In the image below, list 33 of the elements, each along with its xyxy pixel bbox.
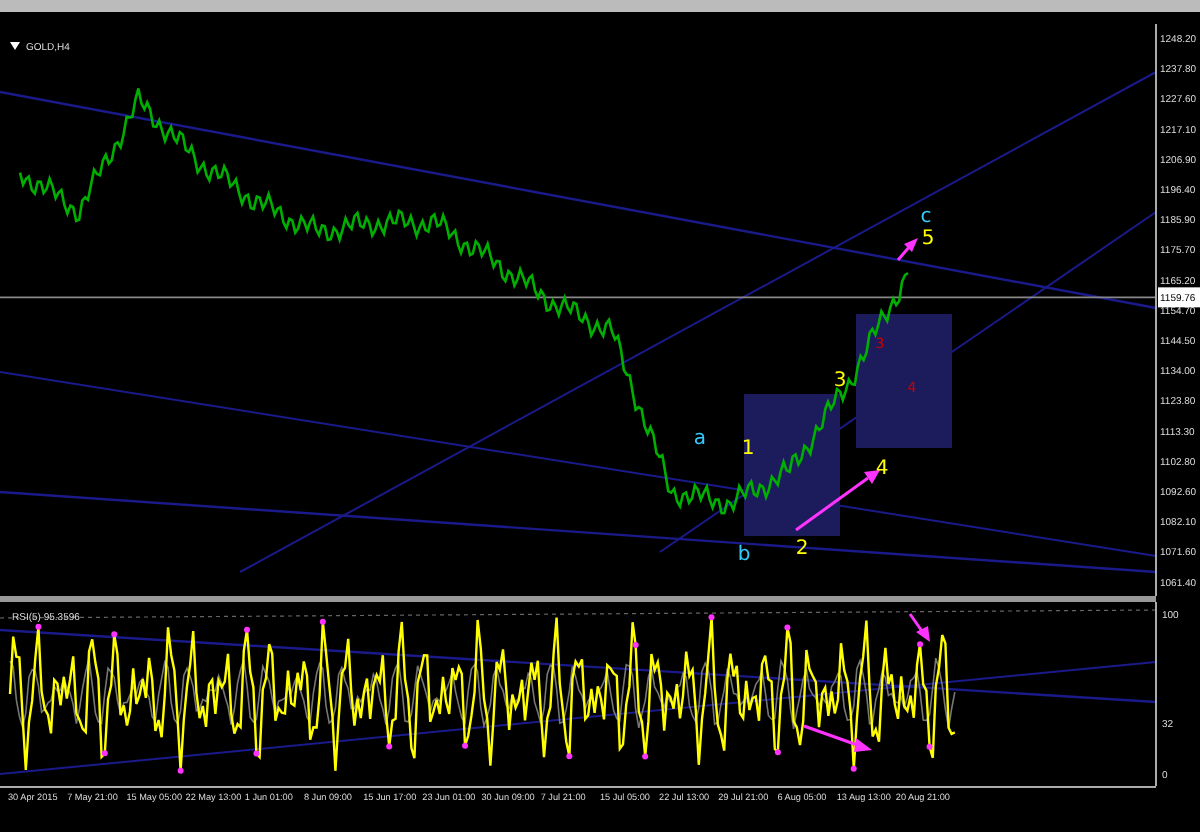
rsi-point [917,641,924,648]
wave-label: b [737,544,751,566]
wave-label: 5 [921,228,935,250]
rsi-point [253,750,260,757]
arrow [803,724,872,752]
rsi-point [101,750,108,757]
wave-label: 3 [833,370,847,392]
wave-label: a [693,428,707,450]
wave-label: 2 [795,538,809,560]
wave-label: 4 [875,458,889,480]
arrow [908,613,930,642]
wave-label: 1 [741,438,755,460]
rsi-point [708,614,715,621]
rsi-point [35,623,42,630]
arrow [795,470,880,532]
rsi-point [319,618,326,625]
rsi-point [386,743,393,750]
rsi-point [632,642,639,648]
wave-label: c [920,206,932,228]
rsi-point [566,753,573,760]
dropdown-icon[interactable] [10,42,20,50]
rsi-point [462,742,469,749]
wave-box [856,314,952,448]
rsi-point [850,765,857,772]
rsi-point [784,624,791,631]
arrow [896,238,918,261]
rsi-point [177,767,184,774]
rsi-point [926,743,933,750]
rsi-point [244,626,250,633]
rsi-point [774,749,781,756]
wave-box [744,394,840,536]
rsi-point [642,753,649,760]
rsi-point [111,631,118,638]
